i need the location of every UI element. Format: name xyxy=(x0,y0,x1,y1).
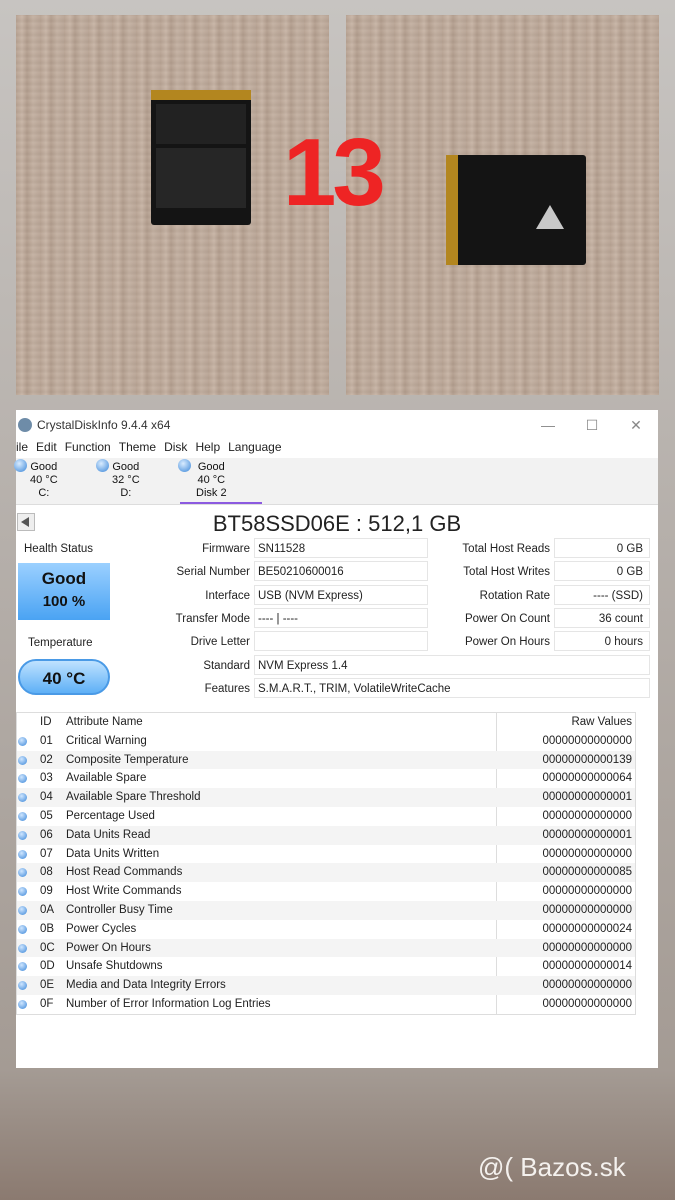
standard-value: NVM Express 1.4 xyxy=(254,655,650,675)
ssd-front-image xyxy=(151,90,251,225)
maximize-icon[interactable]: ☐ xyxy=(570,417,614,434)
power-on-hours-value: 0 hours xyxy=(554,631,650,651)
drive-letter-label: Drive Letter xyxy=(190,636,250,648)
table-row[interactable]: 08 Host Read Commands 00000000000085 xyxy=(17,863,635,883)
table-row[interactable]: 09 Host Write Commands 00000000000000 xyxy=(17,882,635,901)
status-dot-icon xyxy=(96,459,109,472)
table-row[interactable]: 0D Unsafe Shutdowns 00000000000014 xyxy=(17,957,635,976)
interface-label: Interface xyxy=(205,590,250,602)
status-dot-icon xyxy=(18,981,27,991)
status-dot-icon xyxy=(14,459,27,472)
overlay-number: 13 xyxy=(283,119,386,226)
table-row[interactable]: 0B Power Cycles 00000000000024 xyxy=(17,920,635,939)
ssd-back-photo xyxy=(346,15,659,395)
status-dot-icon xyxy=(18,887,27,897)
rotation-rate-label: Rotation Rate xyxy=(479,590,550,602)
menu-disk[interactable]: Disk xyxy=(164,440,187,458)
close-icon[interactable]: ✕ xyxy=(614,417,658,434)
minimize-icon[interactable]: — xyxy=(526,417,570,434)
table-row[interactable]: 02 Composite Temperature 00000000000139 xyxy=(17,750,635,770)
status-dot-icon xyxy=(18,924,27,934)
serial-label: Serial Number xyxy=(176,566,251,578)
attribute-name-column-header[interactable]: Attribute Name xyxy=(66,713,143,732)
warning-triangle-icon xyxy=(536,205,564,229)
drive-c[interactable]: Good 40 °C C: xyxy=(14,458,98,504)
status-dot-icon xyxy=(18,736,27,746)
health-status-button[interactable]: Good 100 % xyxy=(18,563,110,620)
menu-language[interactable]: Language xyxy=(228,440,281,458)
interface-value: USB (NVM Express) xyxy=(254,585,428,605)
crystaldiskinfo-window: CrystalDiskInfo 9.4.4 x64 — ☐ ✕ ile Edit… xyxy=(14,410,658,1068)
drive-selector: Good 40 °C C: Good 32 °C D: Good 40 °C Disk 2 xyxy=(14,458,658,505)
health-status-label: Health Status xyxy=(24,543,94,555)
status-dot-icon xyxy=(18,999,27,1009)
host-reads-value: 0 GB xyxy=(554,538,650,558)
menu-help[interactable]: Help xyxy=(195,440,220,458)
status-dot-icon xyxy=(18,905,27,915)
menu-theme[interactable]: Theme xyxy=(119,440,156,458)
table-row[interactable]: 0C Power On Hours 00000000000000 xyxy=(17,938,635,958)
host-writes-label: Total Host Writes xyxy=(463,566,550,578)
host-writes-value: 0 GB xyxy=(554,561,650,581)
table-row[interactable]: 05 Percentage Used 00000000000000 xyxy=(17,807,635,826)
transfer-mode-value: ---- | ---- xyxy=(254,608,428,628)
smart-header-row: ID Attribute Name Raw Values xyxy=(17,713,635,732)
table-row[interactable]: 0E Media and Data Integrity Errors 0000000… xyxy=(17,976,635,995)
firmware-value: SN11528 xyxy=(254,538,428,558)
power-on-count-label: Power On Count xyxy=(464,613,550,625)
watermark: @( Bazos.sk xyxy=(478,1152,626,1182)
host-reads-label: Total Host Reads xyxy=(462,543,550,555)
firmware-label: Firmware xyxy=(202,543,250,555)
disk-info-panel: Health Status Good 100 % Temperature 40 … xyxy=(16,538,658,705)
transfer-mode-label: Transfer Mode xyxy=(175,613,250,625)
status-dot-icon xyxy=(18,849,27,859)
temperature-label: Temperature xyxy=(28,637,93,649)
status-dot-icon xyxy=(18,943,27,953)
window-title: CrystalDiskInfo 9.4.4 x64 xyxy=(37,418,171,432)
table-row[interactable]: 01 Critical Warning 00000000000000 xyxy=(17,732,635,751)
title-bar: CrystalDiskInfo 9.4.4 x64 — ☐ ✕ xyxy=(16,410,658,440)
status-dot-icon xyxy=(18,868,27,878)
drive-disk2[interactable]: Good 40 °C Disk 2 xyxy=(178,458,262,504)
table-row[interactable]: 06 Data Units Read 00000000000001 xyxy=(17,825,635,845)
status-dot-icon xyxy=(18,962,27,972)
status-dot-icon xyxy=(178,459,191,472)
drive-d[interactable]: Good 32 °C D: xyxy=(96,458,180,504)
menu-file[interactable]: ile xyxy=(16,440,28,458)
table-row[interactable]: 0F Number of Error Information Log Entrie… xyxy=(17,995,635,1014)
raw-values-column-header[interactable]: Raw Values xyxy=(571,713,632,732)
app-icon xyxy=(18,418,32,432)
status-dot-icon xyxy=(18,793,27,803)
table-row[interactable]: 0A Controller Busy Time 00000000000000 xyxy=(17,900,635,920)
status-dot-icon xyxy=(18,774,27,784)
menu-edit[interactable]: Edit xyxy=(36,440,57,458)
features-label: Features xyxy=(204,683,250,695)
disk-title: BT58SSD06E : 512,1 GB xyxy=(212,511,462,536)
table-row[interactable]: 03 Available Spare 00000000000064 xyxy=(17,769,635,788)
menu-function[interactable]: Function xyxy=(65,440,111,458)
id-column-header[interactable]: ID xyxy=(40,713,52,732)
serial-value: BE50210600016 xyxy=(254,561,428,581)
drive-letter-value xyxy=(254,631,428,651)
smart-table: ID Attribute Name Raw Values 01 Critical … xyxy=(16,712,636,1015)
standard-label: Standard xyxy=(203,660,250,672)
temperature-value[interactable]: 40 °C xyxy=(18,659,110,695)
status-dot-icon xyxy=(18,811,27,821)
table-row[interactable]: 07 Data Units Written 00000000000000 xyxy=(17,845,635,864)
menu-bar: ile Edit Function Theme Disk Help Langua… xyxy=(16,440,658,458)
status-dot-icon xyxy=(18,755,27,765)
features-value: S.M.A.R.T., TRIM, VolatileWriteCache xyxy=(254,678,650,698)
rotation-rate-value: ---- (SSD) xyxy=(554,585,650,605)
power-on-count-value: 36 count xyxy=(554,608,650,628)
power-on-hours-label: Power On Hours xyxy=(464,636,550,648)
ssd-back-image xyxy=(446,155,586,265)
table-row[interactable]: 04 Available Spare Threshold 0000000000000… xyxy=(17,788,635,807)
status-dot-icon xyxy=(18,830,27,840)
